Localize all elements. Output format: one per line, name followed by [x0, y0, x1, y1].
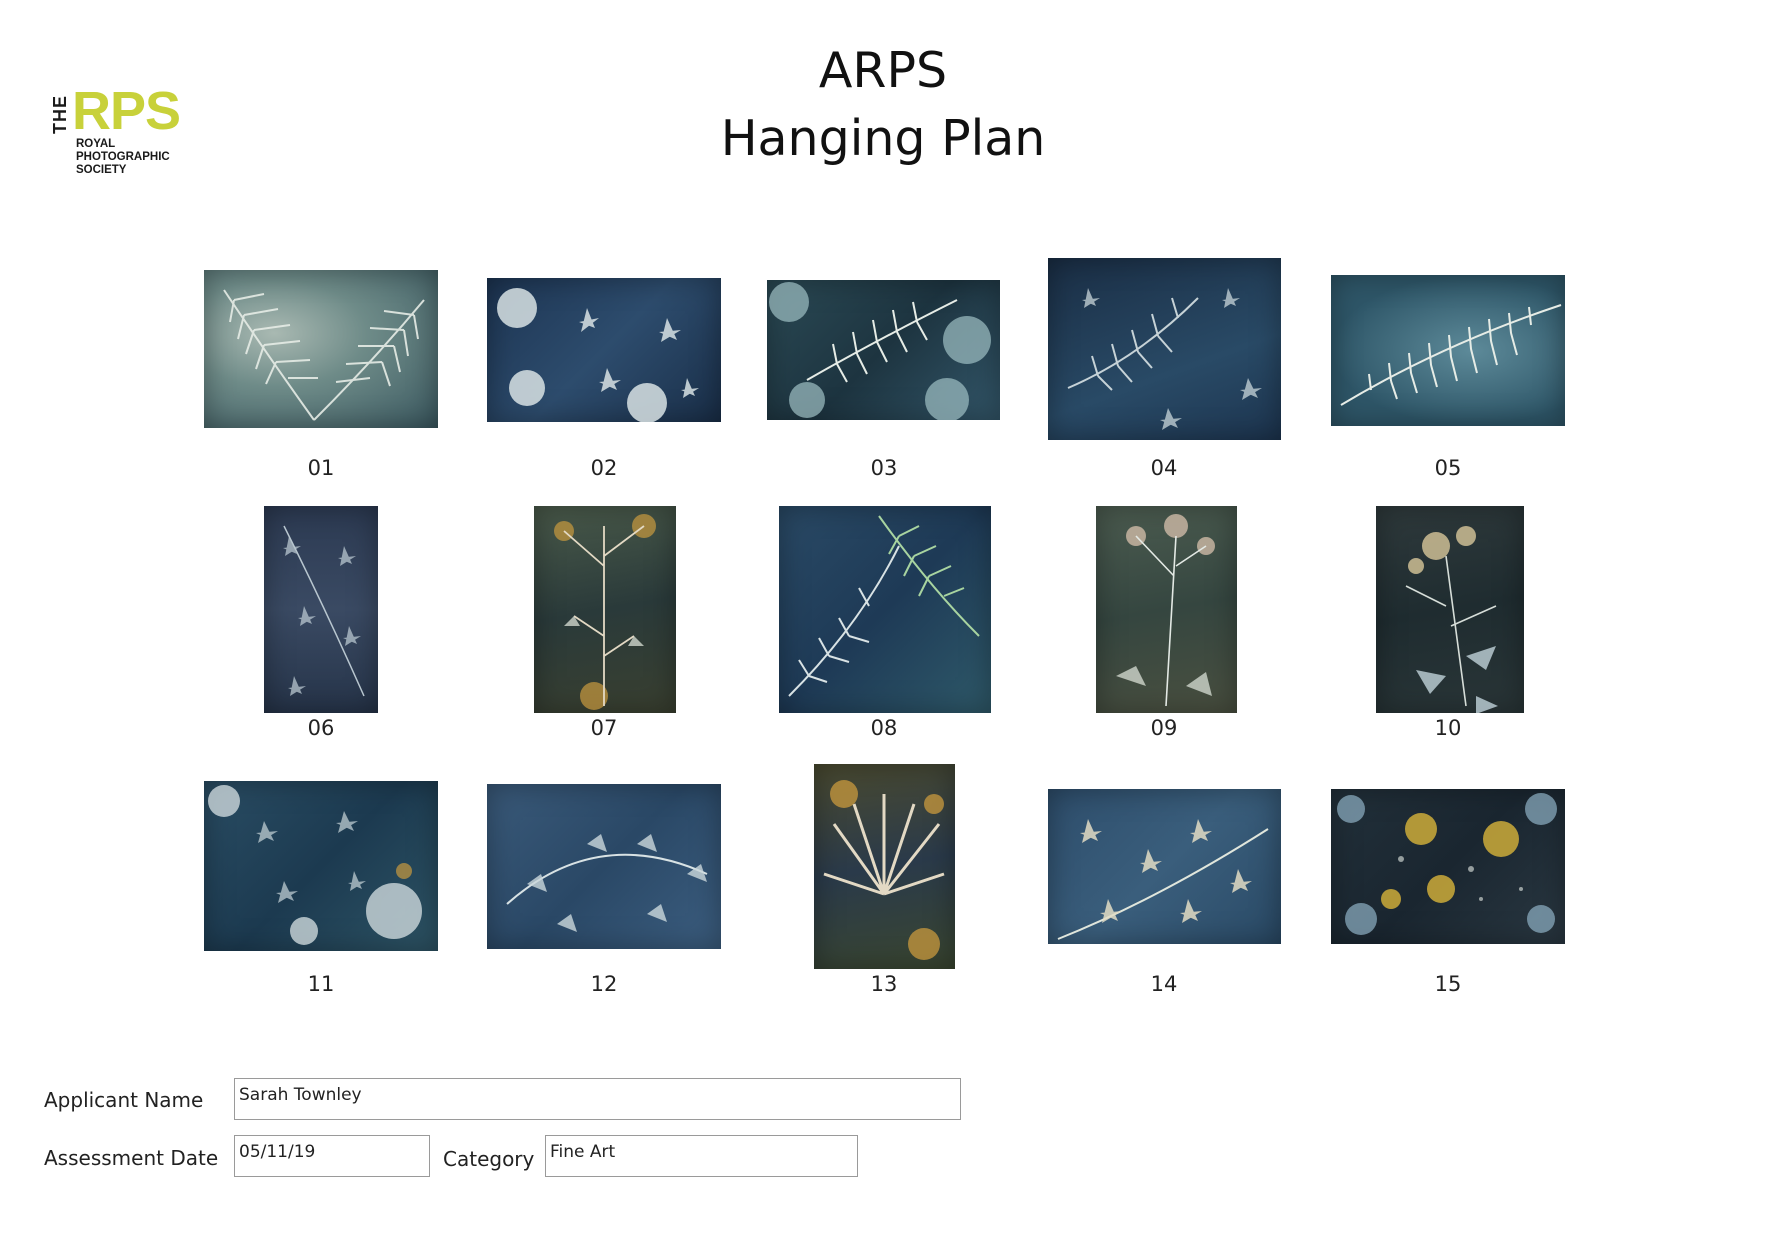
assessment-date-label: Assessment Date [44, 1146, 219, 1170]
fern-cyanotype-icon [223, 289, 425, 421]
caption-11: 11 [307, 972, 335, 996]
caption-01: 01 [307, 456, 335, 480]
thumbnail-08 [779, 506, 991, 713]
thumbnail-14 [1048, 789, 1281, 944]
category-field[interactable]: Fine Art [545, 1135, 858, 1177]
thumbnail-01 [204, 270, 438, 428]
caption-03: 03 [870, 456, 898, 480]
caption-10: 10 [1434, 716, 1462, 740]
caption-09: 09 [1150, 716, 1178, 740]
applicant-name-field[interactable]: Sarah Townley [234, 1078, 961, 1120]
thumbnail-03 [767, 280, 1000, 420]
thumbnail-10 [1376, 506, 1524, 713]
caption-14: 14 [1150, 972, 1178, 996]
thumbnail-02 [487, 278, 721, 422]
caption-08: 08 [870, 716, 898, 740]
caption-12: 12 [590, 972, 618, 996]
thumbnail-11 [204, 781, 438, 951]
applicant-name-label: Applicant Name [44, 1088, 204, 1112]
thumbnail-12 [487, 784, 721, 949]
thumbnail-13 [814, 764, 955, 969]
caption-04: 04 [1150, 456, 1178, 480]
caption-05: 05 [1434, 456, 1462, 480]
page-title: ARPS [818, 42, 948, 99]
thumbnail-07 [534, 506, 676, 713]
caption-07: 07 [590, 716, 618, 740]
caption-15: 15 [1434, 972, 1462, 996]
thumbnail-06 [264, 506, 378, 713]
category-label: Category [443, 1147, 535, 1171]
thumbnail-09 [1096, 506, 1237, 713]
thumbnail-15 [1331, 789, 1565, 944]
caption-06: 06 [307, 716, 335, 740]
caption-02: 02 [590, 456, 618, 480]
page-subtitle: Hanging Plan [720, 110, 1046, 167]
assessment-date-field[interactable]: 05/11/19 [234, 1135, 430, 1177]
thumbnail-05 [1331, 275, 1565, 426]
thumbnail-04 [1048, 258, 1281, 440]
caption-13: 13 [870, 972, 898, 996]
